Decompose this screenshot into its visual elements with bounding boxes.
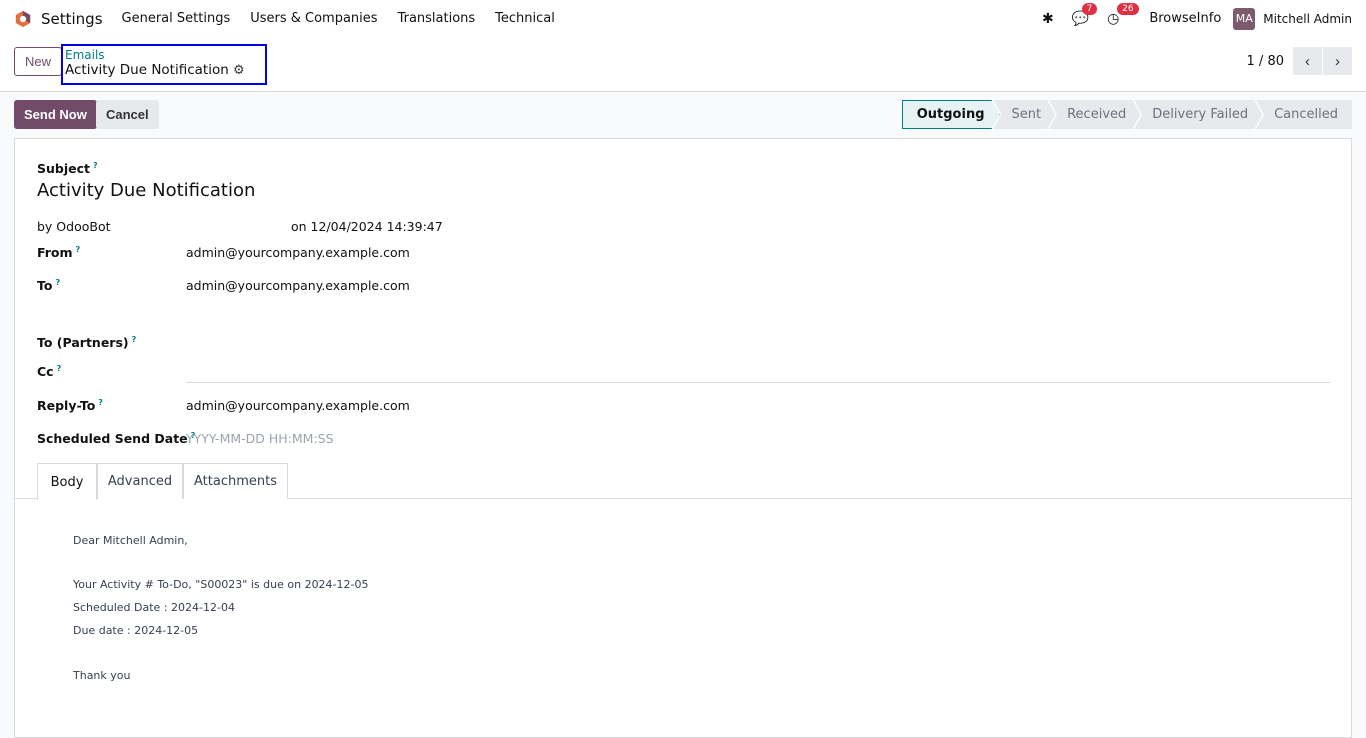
odoo-logo-icon[interactable] xyxy=(14,10,32,28)
from-field[interactable]: admin@yourcompany.example.com xyxy=(186,245,410,260)
reply-to-label: Reply-To? xyxy=(37,398,103,414)
send-now-button[interactable]: Send Now xyxy=(14,100,97,129)
company-switcher[interactable]: BrowseInfo xyxy=(1149,11,1221,26)
author: by OdooBot xyxy=(37,219,111,234)
activities-clock-icon[interactable]: ◷ 26 xyxy=(1107,2,1139,27)
menu-users-companies[interactable]: Users & Companies xyxy=(250,11,377,26)
gear-icon[interactable]: ⚙ xyxy=(233,63,245,78)
breadcrumb-emails-link[interactable]: Emails xyxy=(65,48,263,62)
body-line: Scheduled Date : 2024-12-04 xyxy=(73,601,235,614)
messages-badge: 7 xyxy=(1081,2,1098,15)
action-bar: Send Now Cancel Outgoing Sent Received D… xyxy=(0,92,1366,137)
status-outgoing[interactable]: Outgoing xyxy=(902,100,1000,129)
tab-advanced[interactable]: Advanced xyxy=(97,463,183,499)
avatar[interactable]: MA xyxy=(1233,7,1256,30)
status-bar: Outgoing Sent Received Delivery Failed C… xyxy=(902,100,1352,129)
breadcrumb-current: Activity Due Notification xyxy=(65,62,229,78)
notebook-tabs: Body Advanced Attachments xyxy=(15,463,1351,500)
breadcrumb: Emails Activity Due Notification ⚙ xyxy=(61,44,267,85)
status-cancelled[interactable]: Cancelled xyxy=(1256,100,1352,129)
messages-icon[interactable]: 💬 7 xyxy=(1072,2,1098,27)
status-delivery-failed[interactable]: Delivery Failed xyxy=(1134,100,1262,129)
to-partners-label: To (Partners)? xyxy=(37,335,137,351)
status-sent[interactable]: Sent xyxy=(994,100,1056,129)
subject-field[interactable]: Activity Due Notification xyxy=(37,180,255,201)
date: on 12/04/2024 14:39:47 xyxy=(291,219,443,234)
body-line: Your Activity # To-Do, "S00023" is due o… xyxy=(73,578,369,591)
menu-technical[interactable]: Technical xyxy=(495,11,555,26)
status-received[interactable]: Received xyxy=(1049,100,1140,129)
reply-to-field[interactable]: admin@yourcompany.example.com xyxy=(186,398,410,413)
new-button[interactable]: New xyxy=(14,47,63,76)
tab-body[interactable]: Body xyxy=(37,463,97,500)
menu-translations[interactable]: Translations xyxy=(398,11,476,26)
to-label: To? xyxy=(37,278,61,294)
debug-bug-icon[interactable]: ✱ xyxy=(1042,11,1054,27)
pager-value[interactable]: 1 / 80 xyxy=(1247,54,1284,69)
tab-attachments[interactable]: Attachments xyxy=(183,463,288,499)
subject-label: Subject? xyxy=(37,161,98,177)
pager: 1 / 80 ‹ › xyxy=(1247,47,1352,75)
control-panel: New Emails Activity Due Notification ⚙ 1… xyxy=(0,37,1366,92)
cc-field[interactable] xyxy=(186,382,1330,383)
body-line: Thank you xyxy=(73,669,131,682)
activities-badge: 26 xyxy=(1117,2,1139,15)
app-name[interactable]: Settings xyxy=(41,10,103,28)
user-menu[interactable]: Mitchell Admin xyxy=(1263,12,1352,26)
from-label: From? xyxy=(37,245,81,261)
form-sheet: Subject? Activity Due Notification by Od… xyxy=(14,138,1352,738)
scheduled-date-label: Scheduled Send Date? xyxy=(37,431,196,447)
pager-next-button[interactable]: › xyxy=(1323,47,1352,75)
cc-label: Cc? xyxy=(37,364,62,380)
top-navbar: Settings General Settings Users & Compan… xyxy=(0,0,1366,37)
body-line: Due date : 2024-12-05 xyxy=(73,624,199,637)
cancel-button[interactable]: Cancel xyxy=(96,100,159,129)
menu-general-settings[interactable]: General Settings xyxy=(122,11,231,26)
pager-previous-button[interactable]: ‹ xyxy=(1293,47,1322,75)
scheduled-date-input[interactable]: YYYY-MM-DD HH:MM:SS xyxy=(186,431,334,446)
body-line: Dear Mitchell Admin, xyxy=(73,534,188,547)
to-field[interactable]: admin@yourcompany.example.com xyxy=(186,278,410,293)
